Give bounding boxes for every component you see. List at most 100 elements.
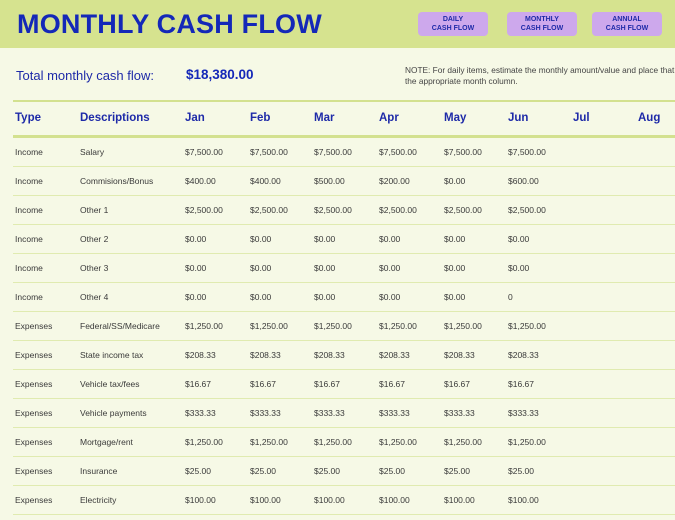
amount-cell[interactable]: $100.00 xyxy=(250,495,281,505)
type-cell[interactable]: Expenses xyxy=(15,495,52,505)
amount-cell[interactable]: $1,250.00 xyxy=(250,321,288,331)
amount-cell[interactable]: $1,250.00 xyxy=(379,321,417,331)
description-cell[interactable]: Mortgage/rent xyxy=(80,437,133,447)
type-cell[interactable]: Income xyxy=(15,205,43,215)
type-cell[interactable]: Expenses xyxy=(15,408,52,418)
amount-cell[interactable]: $500.00 xyxy=(314,176,345,186)
amount-cell[interactable]: $0.00 xyxy=(444,234,465,244)
amount-cell[interactable]: $16.67 xyxy=(314,379,340,389)
amount-cell[interactable]: $0.00 xyxy=(250,234,271,244)
amount-cell[interactable]: $200.00 xyxy=(379,176,410,186)
amount-cell[interactable]: $333.33 xyxy=(444,408,475,418)
amount-cell[interactable]: $400.00 xyxy=(250,176,281,186)
amount-cell[interactable]: $333.33 xyxy=(379,408,410,418)
type-cell[interactable]: Income xyxy=(15,176,43,186)
type-cell[interactable]: Expenses xyxy=(15,321,52,331)
amount-cell[interactable]: $25.00 xyxy=(379,466,405,476)
type-cell[interactable]: Expenses xyxy=(15,466,52,476)
amount-cell[interactable]: $208.33 xyxy=(444,350,475,360)
amount-cell[interactable]: $1,250.00 xyxy=(379,437,417,447)
amount-cell[interactable]: $100.00 xyxy=(185,495,216,505)
amount-cell[interactable]: $0.00 xyxy=(314,292,335,302)
amount-cell[interactable]: $7,500.00 xyxy=(379,147,417,157)
type-cell[interactable]: Expenses xyxy=(15,379,52,389)
amount-cell[interactable]: $0.00 xyxy=(185,263,206,273)
amount-cell[interactable]: $2,500.00 xyxy=(185,205,223,215)
amount-cell[interactable]: $25.00 xyxy=(185,466,211,476)
amount-cell[interactable]: $1,250.00 xyxy=(185,437,223,447)
type-cell[interactable]: Income xyxy=(15,263,43,273)
amount-cell[interactable]: $100.00 xyxy=(314,495,345,505)
amount-cell[interactable]: $400.00 xyxy=(185,176,216,186)
amount-cell[interactable]: $0.00 xyxy=(508,234,529,244)
amount-cell[interactable]: $0.00 xyxy=(379,292,400,302)
amount-cell[interactable]: $333.33 xyxy=(314,408,345,418)
amount-cell[interactable]: $1,250.00 xyxy=(444,321,482,331)
amount-cell[interactable]: $100.00 xyxy=(508,495,539,505)
annual-cash-flow-button[interactable]: ANNUAL CASH FLOW xyxy=(592,12,662,36)
amount-cell[interactable]: $1,250.00 xyxy=(444,437,482,447)
amount-cell[interactable]: $1,250.00 xyxy=(508,321,546,331)
description-cell[interactable]: Vehicle tax/fees xyxy=(80,379,140,389)
amount-cell[interactable]: $208.33 xyxy=(185,350,216,360)
amount-cell[interactable]: 0 xyxy=(508,292,513,302)
amount-cell[interactable]: $7,500.00 xyxy=(250,147,288,157)
type-cell[interactable]: Expenses xyxy=(15,350,52,360)
amount-cell[interactable]: $208.33 xyxy=(379,350,410,360)
description-cell[interactable]: Other 3 xyxy=(80,263,108,273)
amount-cell[interactable]: $0.00 xyxy=(250,263,271,273)
description-cell[interactable]: Other 2 xyxy=(80,234,108,244)
amount-cell[interactable]: $0.00 xyxy=(379,263,400,273)
amount-cell[interactable]: $333.33 xyxy=(508,408,539,418)
amount-cell[interactable]: $0.00 xyxy=(185,234,206,244)
amount-cell[interactable]: $0.00 xyxy=(379,234,400,244)
amount-cell[interactable]: $0.00 xyxy=(444,292,465,302)
description-cell[interactable]: Insurance xyxy=(80,466,117,476)
amount-cell[interactable]: $7,500.00 xyxy=(314,147,352,157)
daily-cash-flow-button[interactable]: DAILY CASH FLOW xyxy=(418,12,488,36)
amount-cell[interactable]: $1,250.00 xyxy=(185,321,223,331)
amount-cell[interactable]: $0.00 xyxy=(250,292,271,302)
amount-cell[interactable]: $333.33 xyxy=(185,408,216,418)
description-cell[interactable]: Commisions/Bonus xyxy=(80,176,153,186)
type-cell[interactable]: Income xyxy=(15,147,43,157)
type-cell[interactable]: Expenses xyxy=(15,437,52,447)
amount-cell[interactable]: $16.67 xyxy=(444,379,470,389)
description-cell[interactable]: Federal/SS/Medicare xyxy=(80,321,160,331)
amount-cell[interactable]: $25.00 xyxy=(250,466,276,476)
amount-cell[interactable]: $0.00 xyxy=(508,263,529,273)
type-cell[interactable]: Income xyxy=(15,234,43,244)
amount-cell[interactable]: $16.67 xyxy=(250,379,276,389)
monthly-cash-flow-button[interactable]: MONTHLY CASH FLOW xyxy=(507,12,577,36)
amount-cell[interactable]: $1,250.00 xyxy=(250,437,288,447)
amount-cell[interactable]: $333.33 xyxy=(250,408,281,418)
description-cell[interactable]: Electricity xyxy=(80,495,116,505)
description-cell[interactable]: Other 4 xyxy=(80,292,108,302)
amount-cell[interactable]: $2,500.00 xyxy=(444,205,482,215)
amount-cell[interactable]: $7,500.00 xyxy=(185,147,223,157)
amount-cell[interactable]: $2,500.00 xyxy=(250,205,288,215)
amount-cell[interactable]: $7,500.00 xyxy=(444,147,482,157)
amount-cell[interactable]: $0.00 xyxy=(185,292,206,302)
amount-cell[interactable]: $25.00 xyxy=(314,466,340,476)
amount-cell[interactable]: $100.00 xyxy=(444,495,475,505)
description-cell[interactable]: Salary xyxy=(80,147,104,157)
amount-cell[interactable]: $0.00 xyxy=(444,176,465,186)
amount-cell[interactable]: $0.00 xyxy=(314,234,335,244)
amount-cell[interactable]: $16.67 xyxy=(508,379,534,389)
amount-cell[interactable]: $0.00 xyxy=(444,263,465,273)
amount-cell[interactable]: $2,500.00 xyxy=(379,205,417,215)
description-cell[interactable]: Other 1 xyxy=(80,205,108,215)
amount-cell[interactable]: $1,250.00 xyxy=(314,437,352,447)
amount-cell[interactable]: $25.00 xyxy=(508,466,534,476)
amount-cell[interactable]: $1,250.00 xyxy=(508,437,546,447)
amount-cell[interactable]: $7,500.00 xyxy=(508,147,546,157)
amount-cell[interactable]: $2,500.00 xyxy=(314,205,352,215)
amount-cell[interactable]: $2,500.00 xyxy=(508,205,546,215)
amount-cell[interactable]: $16.67 xyxy=(185,379,211,389)
amount-cell[interactable]: $25.00 xyxy=(444,466,470,476)
amount-cell[interactable]: $208.33 xyxy=(314,350,345,360)
amount-cell[interactable]: $208.33 xyxy=(250,350,281,360)
description-cell[interactable]: State income tax xyxy=(80,350,143,360)
amount-cell[interactable]: $0.00 xyxy=(314,263,335,273)
